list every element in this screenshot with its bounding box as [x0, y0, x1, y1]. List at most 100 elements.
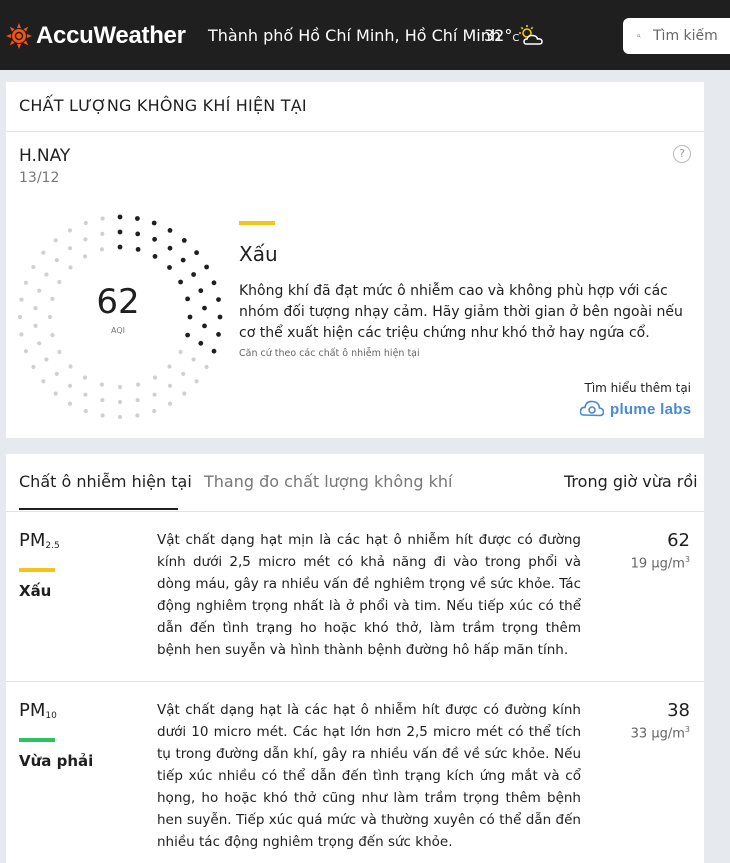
pollutant-symbol: PM — [19, 530, 46, 551]
gauge-dot-empty — [191, 357, 196, 362]
pollutant-subscript: 2.5 — [45, 541, 60, 551]
gauge-dot-filled — [151, 220, 157, 226]
gauge-dot-filled — [135, 247, 141, 252]
pollutant-symbol: PM — [19, 700, 46, 721]
gauge-dot-empty — [117, 384, 123, 390]
gauge-dot-filled — [117, 214, 123, 220]
gauge-dot-empty — [41, 379, 46, 384]
unit-superscript: 3 — [684, 555, 690, 564]
gauge-dot-empty — [136, 382, 141, 387]
gauge-dot-empty — [68, 364, 73, 369]
gauge-dot-filled — [135, 231, 141, 237]
pollutant-aqi-value: 38 — [667, 700, 690, 721]
gauge-dot-empty — [135, 398, 140, 403]
current-air-quality-card: CHẤT LƯỢNG KHÔNG KHÍ HIỆN TẠI H.NAY 13/1… — [6, 82, 704, 438]
day-label: H.NAY — [19, 146, 71, 166]
gauge-dot-filled — [198, 340, 204, 346]
gauge-dot-empty — [100, 231, 105, 236]
gauge-dot-empty — [57, 349, 62, 355]
gauge-dot-empty — [135, 413, 140, 418]
gauge-dot-empty — [67, 383, 73, 388]
tab-air-quality-scale[interactable]: Thang đo chất lượng không khí — [204, 472, 452, 491]
unit-superscript: 3 — [684, 725, 690, 734]
concentration-value: 19 µg/m — [630, 556, 685, 572]
gauge-dot-empty — [83, 408, 88, 414]
gauge-dot-empty — [167, 383, 173, 388]
pollutant-description: Vật chất dạng hạt là các hạt ô nhiễm hít… — [157, 702, 581, 850]
divider — [6, 681, 704, 682]
plume-labs-link[interactable]: plume labs — [580, 400, 691, 418]
gauge-dot-empty — [53, 238, 58, 243]
search-input[interactable] — [653, 28, 730, 44]
accuweather-logo[interactable]: AccuWeather — [6, 22, 186, 50]
gauge-dot-empty — [83, 220, 88, 226]
gauge-dot-empty — [23, 349, 29, 354]
gauge-dot-empty — [152, 408, 157, 414]
divider — [6, 511, 704, 512]
current-temperature: 32°C — [484, 26, 519, 45]
gauge-dot-empty — [67, 228, 73, 233]
gauge-dot-empty — [182, 391, 187, 396]
temperature-value: 32° — [484, 26, 513, 45]
pollutant-concentration: 19 µg/m3 — [566, 555, 690, 571]
gauge-dot-empty — [41, 250, 46, 255]
gauge-dot-filled — [152, 236, 158, 242]
pollutant-description: Vật chất dạng hạt mịn là các hạt ô nhiễm… — [157, 532, 581, 658]
gauge-dot-empty — [167, 401, 173, 406]
gauge-dot-empty — [44, 357, 49, 362]
gauge-dot-empty — [31, 264, 36, 270]
gauge-dot-empty — [54, 371, 59, 376]
tab-current-pollutants[interactable]: Chất ô nhiễm hiện tại — [19, 472, 192, 491]
gauge-dot-filled — [191, 272, 197, 277]
pollutant-category-bar — [19, 738, 55, 742]
aqi-label: AQI — [111, 326, 125, 335]
gauge-dot-empty — [82, 375, 88, 380]
pollutant-name-pm10: PM10 — [19, 700, 57, 721]
pollutant-aqi-value: 62 — [667, 530, 690, 551]
aqi-description: Không khí đã đạt mức ô nhiễm cao và khôn… — [239, 283, 683, 341]
gauge-dot-empty — [99, 247, 104, 252]
gauge-dot-empty — [100, 216, 105, 221]
gauge-dot-empty — [152, 375, 158, 380]
gauge-dot-empty — [99, 382, 104, 387]
section-title: CHẤT LƯỢNG KHÔNG KHÍ HIỆN TẠI — [19, 96, 307, 115]
gauge-dot-empty — [37, 341, 42, 346]
category-color-bar — [239, 221, 275, 225]
pollutant-subscript: 10 — [45, 711, 57, 721]
gauge-dot-empty — [117, 414, 123, 420]
gauge-dot-empty — [178, 349, 183, 355]
gauge-dot-empty — [83, 392, 88, 397]
gauge-dot-filled — [204, 264, 210, 270]
gauge-dot-empty — [152, 392, 157, 397]
pollutant-category: Xấu — [19, 582, 52, 600]
brand-name: AccuWeather — [36, 22, 186, 49]
location-name[interactable]: Thành phố Hồ Chí Minh, Hồ Chí Minh — [208, 26, 501, 45]
learn-more-label: Tìm hiểu thêm tại — [584, 381, 692, 395]
pollutants-card: Chất ô nhiễm hiện tại Thang đo chất lượn… — [6, 454, 704, 863]
gauge-dot-filled — [135, 216, 140, 221]
gauge-dot-filled — [167, 245, 173, 251]
partner-name: plume labs — [610, 400, 692, 418]
gauge-dot-filled — [167, 228, 173, 233]
gauge-dot-empty — [68, 265, 73, 270]
gauge-dot-filled — [167, 265, 172, 270]
gauge-dot-filled — [117, 229, 123, 235]
aqi-value: 62 — [96, 282, 140, 322]
gauge-dot-filled — [152, 254, 158, 259]
divider — [6, 131, 704, 132]
gauge-dot-filled — [194, 250, 200, 256]
gauge-dot-empty — [53, 391, 58, 396]
search-box[interactable] — [623, 18, 730, 54]
gauge-dot-empty — [117, 399, 123, 405]
date-label: 13/12 — [19, 170, 60, 186]
plume-labs-logo-icon — [580, 400, 604, 417]
top-navigation-bar: AccuWeather Thành phố Hồ Chí Minh, Hồ Ch… — [0, 0, 730, 70]
help-icon[interactable]: ? — [673, 145, 691, 163]
pollutant-concentration: 33 µg/m3 — [566, 725, 690, 741]
pollutant-name-pm25: PM2.5 — [19, 530, 60, 551]
sun-logo-icon — [6, 23, 32, 49]
tab-past-hour[interactable]: Trong giờ vừa rồi — [564, 472, 698, 491]
gauge-dot-empty — [100, 398, 105, 403]
aqi-category: Xấu — [239, 242, 278, 266]
pollutant-category-bar — [19, 568, 55, 572]
